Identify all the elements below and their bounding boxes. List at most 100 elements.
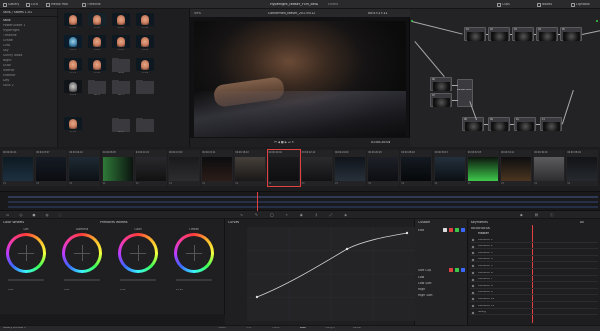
toolbar-luts-button[interactable]: LUTs [26,2,38,7]
channel-g-toggle[interactable] [455,228,459,232]
page-tab-media[interactable]: Media [215,327,229,331]
album-item[interactable]: Sunny looks [3,54,53,57]
keyframe-icon[interactable]: ◆ [520,213,523,218]
keyframe-row[interactable]: Corrector 6 [470,271,598,276]
gain-value[interactable]: 1.00 [120,289,128,292]
master-slider[interactable] [64,279,100,281]
still-thumbnail[interactable] [88,35,106,48]
master-slider[interactable] [120,279,156,281]
album-item[interactable]: Sky [3,49,53,52]
album-item[interactable]: Stills 2 [3,84,53,87]
keyframe-diamond-icon[interactable] [471,291,475,295]
timeline-clip[interactable]: 00:00:18:22 V1 [234,150,267,186]
mini-timeline[interactable] [0,191,600,212]
channel-b-toggle[interactable] [461,228,465,232]
still-thumbnail[interactable] [64,35,82,48]
curves-icon[interactable]: ∿ [240,213,243,217]
album-item[interactable]: Grade [3,39,53,42]
toolbar-timeline-button[interactable]: Timeline [82,2,101,7]
gamma-wheel[interactable] [62,233,102,273]
corrector-node[interactable]: 08 [462,117,484,131]
folder-icon[interactable] [112,79,130,94]
curve-graph[interactable] [247,227,415,321]
gamma-value[interactable]: 0.00 [64,289,72,292]
folder-icon[interactable] [136,117,154,132]
still-thumbnail[interactable] [88,13,106,26]
master-slider[interactable] [8,279,44,281]
toolbar-nodes-button[interactable]: Nodes [537,2,552,7]
keyframe-diamond-icon[interactable] [471,238,475,242]
corrector-node[interactable]: 07 [430,93,452,107]
toolbar-lightbox-button[interactable]: Lightbox [571,2,590,7]
album-item[interactable]: Night [3,59,53,62]
qualifier-icon[interactable]: ✎ [255,213,258,217]
zoom-level[interactable]: 49% [194,12,201,15]
tracker-icon[interactable]: ⌖ [286,213,288,217]
wheel-mode[interactable]: Primaries Wheels [100,221,128,224]
motion-effects-icon[interactable]: ◌ [59,213,62,217]
folder-icon[interactable] [112,57,130,72]
corrector-node[interactable]: 06 [430,77,452,91]
folder-icon[interactable] [88,79,106,94]
toolbar-gallery-button[interactable]: Gallery [3,2,19,7]
timeline-clip[interactable]: 00:00:32:03 V1 [466,150,499,186]
corrector-node[interactable]: 11 [540,117,562,131]
keyframe-diamond-icon[interactable] [471,271,475,275]
corrector-node[interactable]: 04 [536,27,558,41]
keyframe-row[interactable]: Corrector 11 [470,304,598,309]
still-thumbnail[interactable] [112,13,130,26]
album-item[interactable]: PowerGrade 1 [3,24,53,27]
timeline-clip[interactable]: 00:00:38:04 V1 [566,150,599,186]
album-item[interactable]: Interior [3,69,53,72]
toolbar-clips-button[interactable]: Clips [497,2,510,7]
viewer-image[interactable] [194,21,406,137]
still-thumbnail[interactable] [64,58,82,71]
page-tab-deliver[interactable]: Deliver [350,327,364,331]
still-thumbnail[interactable] [64,13,82,26]
info-icon[interactable]: ⓘ [550,213,554,218]
corrector-node[interactable]: 03 [512,27,534,41]
keyframe-row[interactable]: Corrector 2 [470,245,598,250]
channel-y-toggle[interactable] [443,228,447,232]
timeline-clip[interactable]: 00:00:10:21 V1 [134,150,167,186]
timeline-clip[interactable]: 00:00:08:05 V1 [101,150,134,186]
corrector-node[interactable]: 01 [464,27,486,41]
album-item[interactable]: Stills [3,19,53,22]
folder-icon[interactable] [136,79,154,94]
toolbar-media-pool-button[interactable]: Media Pool [46,2,68,7]
corrector-node[interactable]: 05 [560,27,582,41]
page-tab-fairlight[interactable]: Fairlight [323,327,337,331]
key-icon[interactable]: ⚷ [315,213,318,217]
timeline-clip[interactable]: 00:00:22:14 V1 [300,150,333,186]
album-item[interactable]: Timeline [3,34,53,37]
still-thumbnail[interactable] [88,58,106,71]
still-thumbnail[interactable] [64,80,82,93]
still-thumbnail[interactable] [136,35,154,48]
camera-raw-icon[interactable]: ▭ [6,213,9,217]
keyframe-diamond-icon[interactable] [471,297,475,301]
timeline-clip[interactable]: 00:00:00:24 V1 [2,150,34,186]
keyframe-diamond-icon[interactable] [471,245,475,249]
input-port[interactable] [411,20,413,22]
keyframe-row[interactable]: Corrector 9 [470,291,598,296]
playhead[interactable] [257,192,258,212]
window-icon[interactable]: ◯ [270,213,274,217]
transport-controls[interactable]: ⏮ ◀ ■ ▶ ⏭ ↻ [274,141,294,144]
album-item[interactable]: Day [3,79,53,82]
blur-icon[interactable]: ◉ [300,213,303,217]
keyframe-filter[interactable]: All [580,221,584,224]
lift-value[interactable]: 0.00 [8,289,16,292]
timeline-clip[interactable]: 00:00:15:11 V1 [201,150,234,186]
scopes-icon[interactable]: ▤ [535,213,538,218]
timeline-clip[interactable]: 00:00:30:15 V1 [433,150,466,186]
color-wheels-icon[interactable]: ● [32,213,35,217]
timeline-clip[interactable]: 00:00:03:07 V1 [35,150,68,186]
still-thumbnail[interactable] [136,13,154,26]
timeline-clip[interactable]: 00:00:28:02 V1 [400,150,433,186]
lift-wheel[interactable] [6,233,46,273]
keyframe-row[interactable]: Corrector 7 [470,278,598,283]
3d-icon[interactable]: ◈ [344,213,347,217]
keyframe-row[interactable]: Corrector 5 [470,264,598,269]
still-thumbnail[interactable] [64,117,82,130]
channel-r-toggle[interactable] [449,228,453,232]
